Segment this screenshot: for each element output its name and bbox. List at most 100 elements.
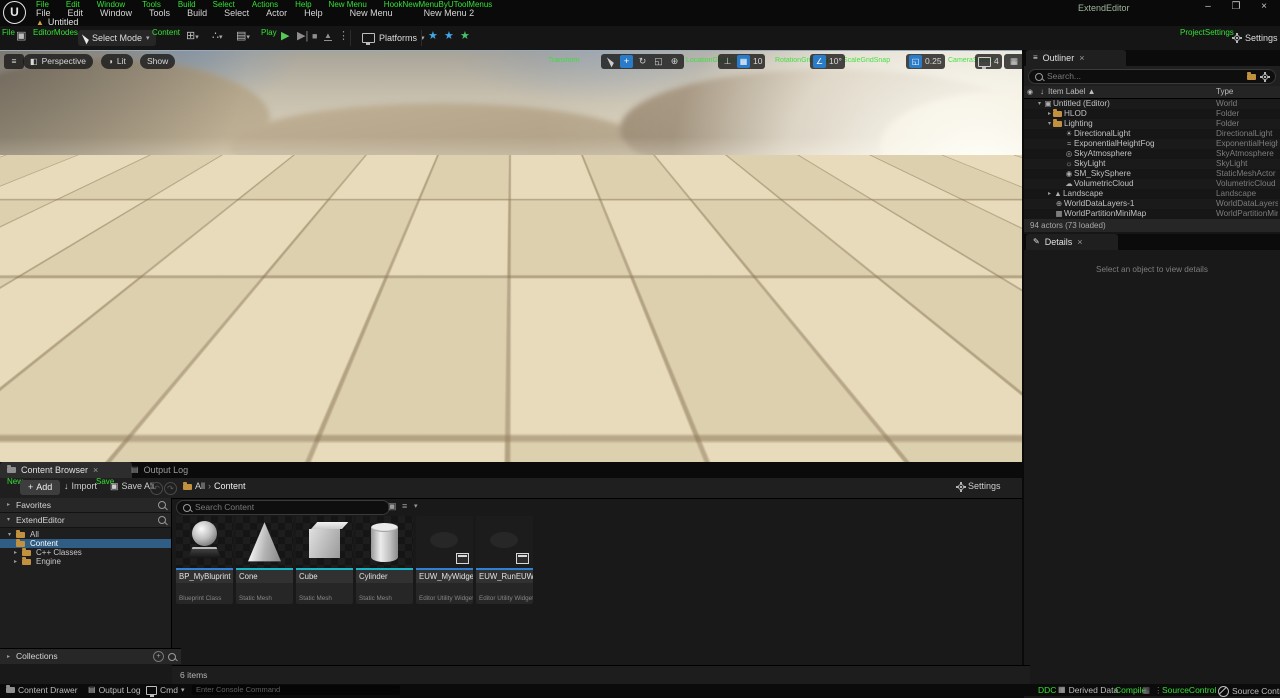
maximize-viewport-icon[interactable]: ▦ (1004, 54, 1022, 69)
asset-search[interactable]: Search Content (176, 500, 390, 515)
breadcrumb-all[interactable]: All (195, 482, 205, 491)
perspective-dropdown[interactable]: ◧ Perspective (23, 54, 93, 69)
world-local-toggle-icon[interactable]: ⊕ (668, 55, 681, 68)
outliner-row[interactable]: ≈ ExponentialHeightFog ExponentialHeightF… (1024, 139, 1280, 149)
asset-card[interactable]: EUW_MyWidget Editor Utility Widget (416, 516, 473, 604)
tree-item-engine[interactable]: ▸ Engine (0, 556, 171, 566)
breadcrumb-content[interactable]: Content (214, 482, 246, 491)
menu-tools[interactable]: Tools (149, 9, 170, 18)
expand-arrow-icon[interactable]: ▾ (1046, 121, 1053, 127)
expand-arrow-icon[interactable]: ▾ (1036, 101, 1043, 107)
level-viewport[interactable]: ≡ ◧ Perspective ◑ Lit Show Transform Loc… (0, 50, 1022, 462)
save-all-button[interactable]: ▣ Save All (110, 482, 154, 491)
collections-header[interactable]: ▸ Collections + (0, 648, 181, 664)
surface-snap-icon[interactable]: ⊥ (721, 55, 734, 68)
menu-new-menu-2[interactable]: New Menu 2 (424, 9, 475, 18)
tree-item-all[interactable]: ▾ All (0, 529, 171, 539)
column-item-label[interactable]: Item Label ▲ (1048, 88, 1216, 96)
stop-button[interactable]: ■ (312, 32, 317, 41)
outliner-row[interactable]: ◎ SkyAtmosphere SkyAtmosphere (1024, 149, 1280, 159)
pin-icon[interactable]: ↓ (1036, 88, 1048, 96)
output-log-button[interactable]: ▤ Output Log (88, 685, 141, 695)
asset-card[interactable]: Cylinder Static Mesh (356, 516, 413, 604)
lit-dropdown[interactable]: ◑ Lit (101, 54, 133, 69)
outliner-row[interactable]: ▾ ▣ Untitled (Editor) World (1024, 99, 1280, 109)
add-collection-icon[interactable]: + (153, 651, 164, 662)
blueprints-icon[interactable]: ∴▾ (212, 31, 223, 42)
maximize-button[interactable]: ❐ (1222, 0, 1250, 14)
move-tool-icon[interactable]: + (620, 55, 633, 68)
add-content-icon[interactable]: ⊞▾ (186, 31, 199, 42)
cinematics-icon[interactable]: ▤▾ (236, 31, 250, 42)
tab-output-log[interactable]: ▤ Output Log (124, 462, 212, 478)
menu-build[interactable]: Build (187, 9, 207, 18)
visibility-eye-icon[interactable]: ◉ (1024, 89, 1036, 96)
asset-card[interactable]: Cube Static Mesh (296, 516, 353, 604)
select-mode-dropdown[interactable]: Select Mode ▾ (78, 30, 156, 46)
asset-card[interactable]: Cone Static Mesh (236, 516, 293, 604)
camera-speed-value[interactable]: 4 (994, 57, 999, 66)
grid-snap-value[interactable]: 10 (753, 57, 762, 66)
plugin-tool-icon-1[interactable]: ★ (428, 31, 438, 42)
eject-button[interactable]: ▲ (324, 32, 332, 41)
rotation-snap-icon[interactable]: ∠ (813, 55, 826, 68)
platforms-dropdown[interactable]: Platforms ▾ (356, 30, 431, 46)
content-drawer-button[interactable]: Content Drawer (6, 684, 78, 695)
expand-arrow-icon[interactable]: ▸ (1046, 191, 1053, 197)
plugin-tool-icon-3[interactable]: ★ (460, 31, 470, 42)
scale-tool-icon[interactable]: ◱ (652, 55, 665, 68)
asset-card[interactable]: EUW_RunEUW Editor Utility Widget (476, 516, 533, 604)
menu-new-menu[interactable]: New Menu (350, 9, 393, 18)
close-icon[interactable]: × (93, 465, 98, 475)
tree-item-cpp-classes[interactable]: ▸ C++ Classes (0, 547, 171, 557)
grid-snap-icon[interactable]: ▦ (737, 55, 750, 68)
save-search-icon[interactable]: ▣ (388, 502, 397, 511)
add-button[interactable]: + Add (20, 480, 61, 495)
outliner-row[interactable]: ▸ ▲ Landscape Landscape (1024, 189, 1280, 199)
menu-window[interactable]: Window (100, 9, 132, 18)
derived-data-button[interactable]: ▦ Derived Data (1058, 685, 1118, 695)
menu-select[interactable]: Select (224, 9, 249, 18)
tab-outliner[interactable]: ≡ Outliner × (1026, 50, 1126, 66)
save-icon[interactable]: ▣ (16, 31, 26, 42)
history-back-button[interactable]: ↶ (150, 482, 163, 495)
select-tool-icon[interactable] (604, 55, 617, 68)
rotate-tool-icon[interactable]: ↻ (636, 55, 649, 68)
project-header[interactable]: ▾ ExtendEditor (0, 513, 171, 528)
viewport-options-menu[interactable]: ≡ (4, 54, 24, 69)
outliner-search[interactable]: Search... (1028, 69, 1276, 84)
tab-content-browser[interactable]: Content Browser × (0, 462, 132, 478)
scale-snap-icon[interactable]: ◱ (909, 55, 922, 68)
folder-add-icon[interactable] (1247, 71, 1256, 80)
rotation-snap-value[interactable]: 10° (829, 57, 842, 66)
outliner-row[interactable]: ☀ DirectionalLight DirectionalLight (1024, 129, 1280, 139)
search-icon[interactable] (158, 501, 166, 509)
column-type[interactable]: Type (1216, 88, 1280, 96)
outliner-row[interactable]: ▸ HLOD Folder (1024, 109, 1280, 119)
scale-snap-value[interactable]: 0.25 (925, 57, 942, 66)
asset-card[interactable]: BP_MyBluprint Blueprint Class (176, 516, 233, 604)
source-control-button[interactable]: Source Control Off (1218, 685, 1280, 697)
close-icon[interactable]: × (1077, 237, 1082, 247)
outliner-row[interactable]: ☁ VolumetricCloud VolumetricCloud (1024, 179, 1280, 189)
close-button[interactable]: × (1250, 0, 1278, 14)
outliner-row[interactable]: ◉ SM_SkySphere StaticMeshActor (1024, 169, 1280, 179)
tab-details[interactable]: ✎ Details × (1026, 234, 1118, 250)
minimize-button[interactable]: – (1194, 0, 1222, 14)
expand-arrow-icon[interactable]: ▸ (1046, 111, 1053, 117)
console-command-input[interactable]: Enter Console Command (192, 685, 400, 695)
plugin-tool-icon-2[interactable]: ★ (444, 31, 454, 42)
menu-help[interactable]: Help (304, 9, 323, 18)
cmd-dropdown[interactable]: Cmd ▾ (146, 685, 184, 697)
favorites-header[interactable]: ▸ Favorites (0, 498, 171, 513)
import-button[interactable]: ↓ Import (64, 482, 97, 491)
outliner-row[interactable]: ⊕ WorldDataLayers-1 WorldDataLayers (1024, 199, 1280, 209)
history-forward-button[interactable]: ↷ (164, 482, 177, 495)
menu-actor[interactable]: Actor (266, 9, 287, 18)
tree-item-content[interactable]: Content (0, 538, 171, 548)
outliner-row[interactable]: ▦ WorldPartitionMiniMap WorldPartitionMin… (1024, 209, 1280, 219)
settings-dropdown[interactable]: Settings ▾ (1226, 30, 1280, 46)
gear-icon[interactable] (1260, 72, 1269, 81)
close-icon[interactable]: × (1079, 53, 1084, 63)
chevron-down-icon[interactable]: ▾ (414, 503, 418, 510)
